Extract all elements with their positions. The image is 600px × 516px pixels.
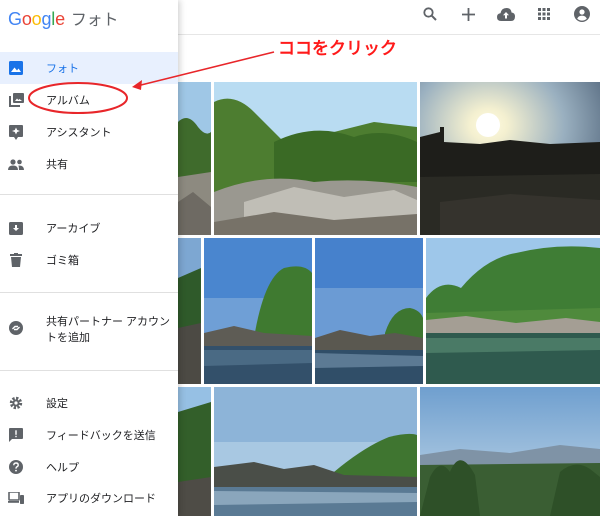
logo-letter: o xyxy=(31,9,42,29)
photo-thumbnail[interactable] xyxy=(420,387,600,516)
sidebar-item-settings[interactable]: 設定 xyxy=(0,387,178,419)
sidebar-divider xyxy=(0,292,178,293)
sidebar-item-label: ヘルプ xyxy=(46,462,79,474)
add-icon[interactable] xyxy=(458,4,478,24)
photo-thumbnail[interactable] xyxy=(420,82,600,235)
archive-icon xyxy=(8,220,24,236)
sidebar-item-trash[interactable]: ゴミ箱 xyxy=(0,244,178,276)
photo-thumbnail[interactable] xyxy=(214,82,417,235)
help-icon xyxy=(8,459,24,475)
top-app-bar xyxy=(178,0,600,35)
people-icon xyxy=(8,156,24,172)
sidebar-item-assistant[interactable]: アシスタント xyxy=(0,116,178,148)
sidebar-item-help[interactable]: ヘルプ xyxy=(0,451,178,483)
feedback-icon xyxy=(8,427,24,443)
logo-letter: g xyxy=(41,9,52,29)
photo-thumbnail[interactable] xyxy=(315,238,423,384)
sidebar-item-label: 共有パートナー アカウントを追加 xyxy=(46,316,171,344)
sidebar-item-label: アルバム xyxy=(46,95,90,107)
logo-letter: e xyxy=(55,9,65,29)
sidebar-item-label: ゴミ箱 xyxy=(46,255,79,267)
sidebar-divider xyxy=(0,194,178,195)
photo-thumbnail[interactable] xyxy=(178,82,211,235)
logo-letter: o xyxy=(21,9,32,29)
sidebar-divider xyxy=(0,370,178,371)
gear-icon xyxy=(8,395,24,411)
photo-icon xyxy=(8,60,24,76)
photo-thumbnail[interactable] xyxy=(214,387,417,516)
sidebar-item-label: 設定 xyxy=(46,398,68,410)
partner-sharing-icon xyxy=(8,320,24,336)
navigation-drawer: Google フォト フォト アルバム アシスタント 共有 アーカイブ ゴミ箱 … xyxy=(0,0,178,516)
upload-icon[interactable] xyxy=(496,4,516,24)
assistant-icon xyxy=(8,124,24,140)
logo-letter: G xyxy=(8,9,22,29)
sidebar-item-archive[interactable]: アーカイブ xyxy=(0,212,178,244)
sidebar-item-albums[interactable]: アルバム xyxy=(0,84,178,116)
sidebar-item-download-apps[interactable]: アプリのダウンロード xyxy=(0,482,178,514)
google-photos-logo[interactable]: Google フォト xyxy=(8,6,118,30)
sidebar-item-label: アシスタント xyxy=(46,127,112,139)
sidebar-item-label: フィードバックを送信 xyxy=(46,430,156,442)
annotation-label: ココをクリック xyxy=(278,39,397,58)
trash-icon xyxy=(8,252,24,268)
product-name: フォト xyxy=(70,12,119,29)
sidebar-item-label: アプリのダウンロード xyxy=(46,493,156,505)
photo-grid xyxy=(178,35,600,516)
sidebar-item-sharing[interactable]: 共有 xyxy=(0,148,178,180)
account-icon[interactable] xyxy=(572,4,592,24)
devices-icon xyxy=(8,490,24,506)
sidebar-item-add-partner-account[interactable]: 共有パートナー アカウントを追加 xyxy=(0,314,178,358)
search-icon[interactable] xyxy=(420,4,440,24)
sidebar-item-label: アーカイブ xyxy=(46,223,101,235)
album-icon xyxy=(8,92,24,108)
photo-thumbnail[interactable] xyxy=(178,238,201,384)
photo-thumbnail[interactable] xyxy=(204,238,312,384)
sidebar-item-send-feedback[interactable]: フィードバックを送信 xyxy=(0,419,178,451)
photo-thumbnail[interactable] xyxy=(178,387,211,516)
sidebar-item-photos[interactable]: フォト xyxy=(0,52,178,84)
sidebar-item-label: フォト xyxy=(46,63,79,75)
sidebar-item-label: 共有 xyxy=(46,159,68,171)
apps-icon[interactable] xyxy=(534,4,554,24)
photo-thumbnail[interactable] xyxy=(426,238,600,384)
